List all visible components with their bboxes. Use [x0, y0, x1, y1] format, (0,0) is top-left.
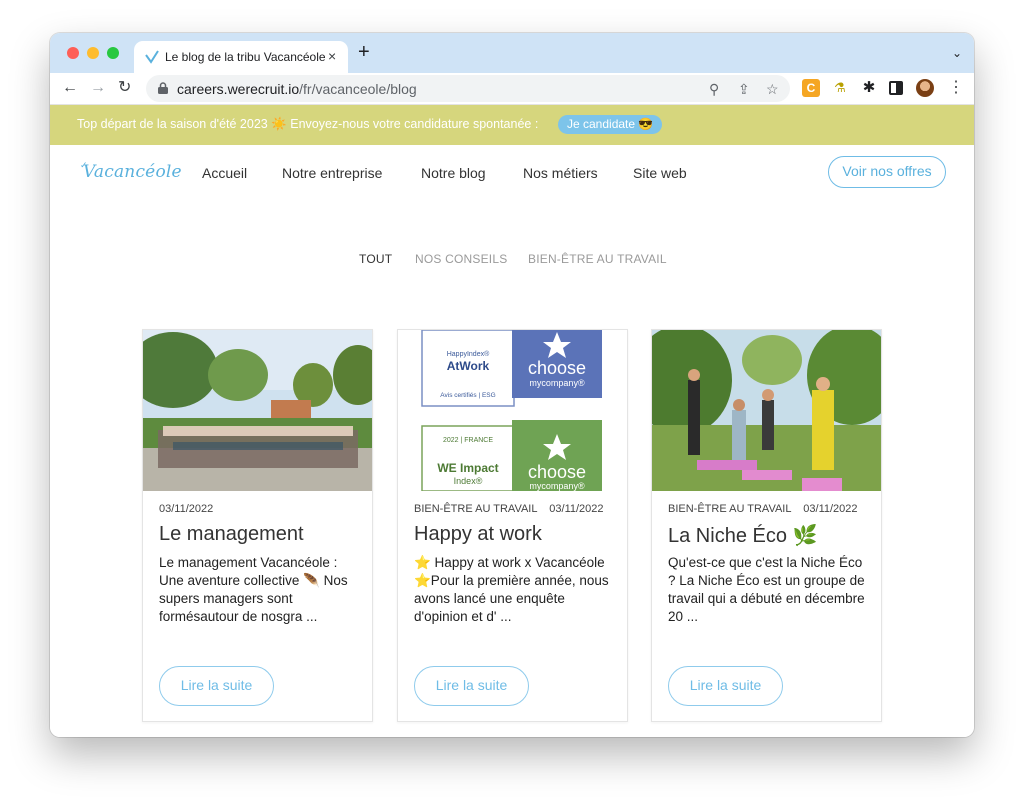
active-tab[interactable]: Le blog de la tribu Vacancéole × [134, 41, 348, 73]
reload-button[interactable]: ↻ [118, 78, 131, 98]
site-logo[interactable]: Vacancéole [83, 162, 182, 182]
extension-c-icon[interactable]: C [802, 79, 820, 97]
favicon-icon [145, 50, 159, 64]
bookmark-star-icon[interactable]: ☆ [766, 81, 779, 98]
banner-text: Top départ de la saison d'été 2023 ☀️ En… [77, 117, 539, 131]
address-bar[interactable]: careers.werecruit.io/fr/vacanceole/blog … [146, 75, 790, 102]
browser-menu-icon[interactable]: ⋮ [948, 78, 964, 98]
nav-item-accueil[interactable]: Accueil [202, 165, 247, 181]
extension-flask-icon[interactable]: ⚗ [831, 79, 849, 97]
yoga-photo-image [652, 330, 881, 491]
card-category-date: BIEN-ÊTRE AU TRAVAIL 03/11/2022 [414, 503, 604, 515]
nav-item-metiers[interactable]: Nos métiers [523, 165, 598, 181]
card-excerpt: ⭐ Happy at work x Vacancéole ⭐Pour la pr… [414, 555, 609, 624]
group-photo-image [143, 330, 372, 491]
blog-card[interactable]: BIEN-ÊTRE AU TRAVAIL 03/11/2022 La Niche… [651, 329, 882, 722]
blog-card[interactable]: 03/11/2022 Le management Le management V… [142, 329, 373, 722]
badge-certified-text: Avis certifiés | ESG [440, 392, 495, 399]
card-title[interactable]: Le management [159, 523, 304, 546]
announcement-banner: Top départ de la saison d'été 2023 ☀️ En… [50, 105, 974, 145]
badge-choose-text: choose [528, 358, 586, 378]
badge2-choose-text: choose [528, 462, 586, 482]
card-date: 03/11/2022 [159, 503, 214, 515]
badge-weimpact-text: WE Impact [437, 461, 498, 475]
card-excerpt: Qu'est-ce que c'est la Niche Éco ? La Ni… [668, 555, 865, 624]
lock-icon [158, 82, 168, 94]
url-host: careers.werecruit.io [177, 81, 300, 97]
apply-button[interactable]: Je candidate 😎 [558, 115, 663, 134]
tab-title: Le blog de la tribu Vacancéole [165, 50, 326, 64]
share-icon[interactable]: ⇪ [738, 81, 750, 98]
side-panel-icon[interactable] [889, 81, 903, 95]
badge-index-text: Index® [454, 476, 483, 486]
card-title[interactable]: Happy at work [414, 523, 542, 546]
forward-button[interactable]: → [90, 78, 106, 98]
profile-avatar[interactable] [916, 79, 934, 97]
url-path: /fr/vacanceole/blog [299, 81, 417, 97]
new-tab-button[interactable]: + [358, 42, 370, 62]
tab-strip: Le blog de la tribu Vacancéole × + ⌄ [50, 33, 974, 73]
badge-happyindex-text: HappyIndex® [447, 350, 490, 358]
zoom-window-button[interactable] [107, 47, 119, 59]
card-excerpt: Le management Vacancéole : Une aventure … [159, 555, 348, 624]
chevron-down-icon[interactable]: ⌄ [952, 46, 962, 60]
badge-atwork-text: AtWork [447, 359, 490, 373]
nav-item-site-web[interactable]: Site web [633, 165, 687, 181]
nav-item-entreprise[interactable]: Notre entreprise [282, 165, 382, 181]
page-content: Top départ de la saison d'été 2023 ☀️ En… [50, 105, 974, 737]
badge-year-text: 2022 | FRANCE [443, 437, 493, 444]
filter-advice[interactable]: NOS CONSEILS [415, 252, 507, 266]
close-tab-icon[interactable]: × [328, 48, 336, 64]
minimize-window-button[interactable] [87, 47, 99, 59]
read-more-button[interactable]: Lire la suite [414, 666, 529, 706]
back-button[interactable]: ← [62, 78, 78, 98]
card-category-date: BIEN-ÊTRE AU TRAVAIL 03/11/2022 [668, 503, 858, 515]
zoom-icon[interactable]: ⚲ [709, 81, 719, 98]
filter-all[interactable]: TOUT [359, 252, 392, 266]
window-controls [67, 47, 119, 59]
close-window-button[interactable] [67, 47, 79, 59]
nav-item-blog[interactable]: Notre blog [421, 165, 486, 181]
blog-card[interactable]: HappyIndex® AtWork Avis certifiés | ESG … [397, 329, 628, 722]
read-more-button[interactable]: Lire la suite [159, 666, 274, 706]
browser-window: Le blog de la tribu Vacancéole × + ⌄ ← →… [50, 33, 974, 737]
badge2-mycompany-text: mycompany® [529, 481, 585, 491]
card-title[interactable]: La Niche Éco 🌿 [668, 523, 817, 548]
filter-wellbeing[interactable]: BIEN-ÊTRE AU TRAVAIL [528, 252, 667, 266]
extensions-puzzle-icon[interactable]: ✱ [860, 79, 878, 97]
browser-toolbar: ← → ↻ careers.werecruit.io/fr/vacanceole… [50, 73, 974, 105]
url-text: careers.werecruit.io/fr/vacanceole/blog [177, 81, 417, 97]
read-more-button[interactable]: Lire la suite [668, 666, 783, 706]
badge-mycompany-text: mycompany® [529, 378, 585, 388]
award-badges-image: HappyIndex® AtWork Avis certifiés | ESG … [398, 330, 627, 491]
view-offers-button[interactable]: Voir nos offres [828, 156, 946, 188]
